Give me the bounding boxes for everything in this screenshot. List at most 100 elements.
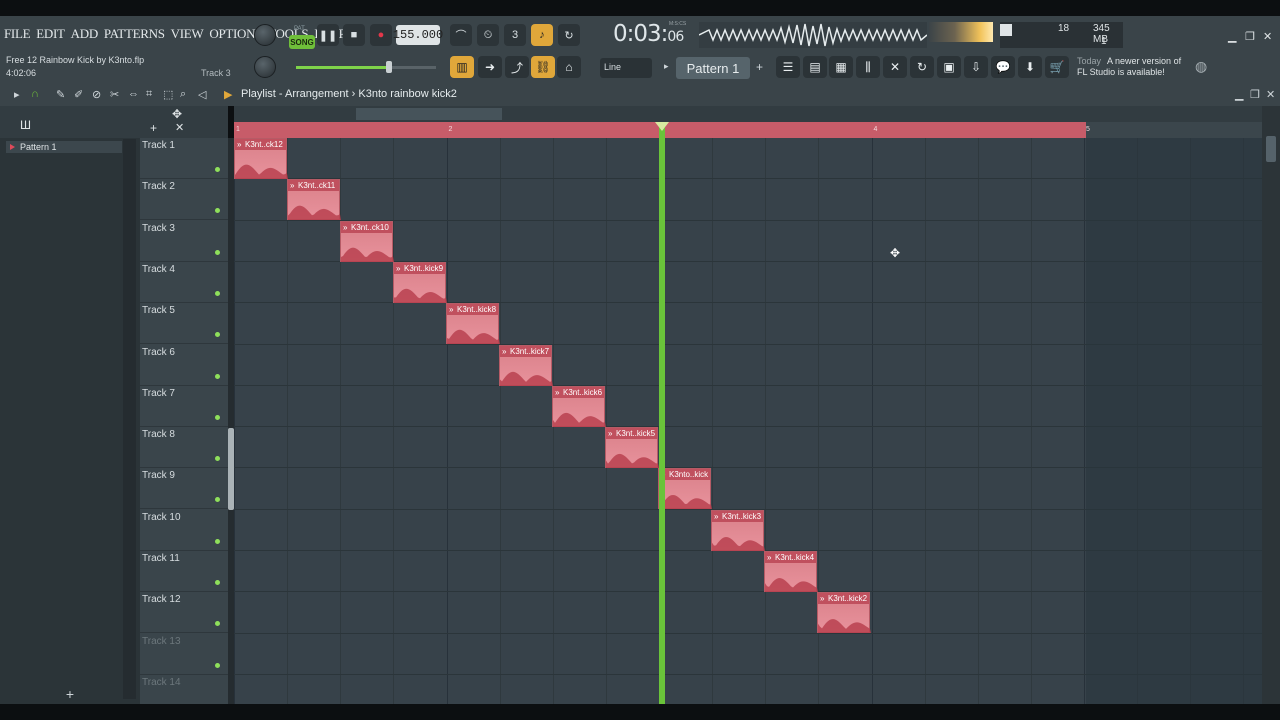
picker-scrollbar[interactable] [123,139,136,699]
audio-clip[interactable]: K3nt..kick6 [552,385,606,427]
audio-clip[interactable]: K3nt..ck10 [340,220,394,262]
menu-arrow-icon[interactable]: ▸ [14,88,20,101]
slice-icon[interactable]: ⌗ [146,88,152,101]
metronome-button[interactable]: ⌒ [450,24,472,46]
paint-icon[interactable]: ✐ [74,88,83,101]
horizontal-scroll-thumb[interactable] [356,108,502,120]
master-pitch-knob[interactable] [254,56,276,78]
audio-clip[interactable]: K3nt..ck11 [287,179,341,221]
track-header[interactable]: Track 12 [140,592,228,634]
snap-magnet-button[interactable]: ⌂ [557,56,581,78]
track-mute-led[interactable] [215,290,220,296]
shop-button[interactable]: 🛒 [1045,56,1069,78]
master-volume-knob[interactable] [254,24,276,46]
add-pattern-icon[interactable]: + [756,60,763,74]
track-header[interactable]: Track 11 [140,551,228,592]
step-edit-button[interactable]: ➜ [478,56,502,78]
stop-button[interactable]: ■ [343,24,365,46]
track-mute-led[interactable] [215,621,220,627]
audio-clip[interactable]: K3nt..kick2 [817,592,871,634]
channel-rack-button[interactable]: ▦ [829,56,853,78]
audio-clip[interactable]: K3nt..kick9 [393,261,447,303]
select-icon[interactable]: ⬚ [163,88,173,101]
timeline-ruler-end[interactable] [1086,122,1262,138]
track-mute-led[interactable] [215,497,220,503]
playlist-maximize-icon[interactable]: ❐ [1250,88,1260,101]
track-header[interactable]: Track 6 [140,345,228,386]
maximize-icon[interactable]: ❐ [1245,30,1255,43]
typing-keyboard-button[interactable]: ▥ [450,56,474,78]
playhead[interactable] [655,122,669,704]
track-mute-led[interactable] [215,580,220,585]
magnet-icon[interactable]: ∩ [31,88,39,100]
volume-thumb[interactable] [386,61,392,73]
track-mute-led[interactable] [215,167,220,172]
mute-icon[interactable]: ✂ [110,88,119,101]
track-header[interactable]: Track 8 [140,427,228,469]
close-icon[interactable]: ✕ [1263,30,1272,43]
track-mute-led[interactable] [215,456,220,462]
delete-icon[interactable]: ⊘ [92,88,101,101]
playlist-minimize-icon[interactable]: ▁ [1235,88,1243,101]
speaker-icon[interactable]: ◁ [198,88,206,101]
track-mute-led[interactable] [215,538,220,544]
playhead-marker[interactable] [655,122,669,131]
globe-icon[interactable]: ◍ [1195,58,1207,75]
track-header[interactable]: Track 2 [140,179,228,221]
save-button[interactable]: ▣ [937,56,961,78]
playlist-button[interactable]: ☰ [776,56,800,78]
news-panel[interactable]: Today A newer version of FL Studio is ava… [1077,56,1181,78]
track-header[interactable]: Track 4 [140,262,228,303]
download-button[interactable]: ⬇ [1018,56,1042,78]
track-header[interactable]: Track 13 [140,634,228,675]
menu-view[interactable]: VIEW [171,26,204,42]
pattern-item[interactable]: Pattern 1 [6,141,122,153]
track-header[interactable]: Track 9 [140,468,228,510]
mixer-button[interactable]: ⫼ [856,56,880,78]
vertical-scroll-thumb[interactable] [1266,136,1276,162]
song-mode-button[interactable]: SONG [289,35,315,49]
move-icon[interactable]: ✥ [172,107,182,121]
chat-button[interactable]: 💬 [991,56,1015,78]
slide-button[interactable]: ⤴ [505,56,529,78]
menu-patterns[interactable]: PATTERNS [104,26,165,42]
remove-icon[interactable]: ✕ [175,121,184,134]
piano-roll-button[interactable]: ▤ [803,56,827,78]
menu-edit[interactable]: EDIT [36,26,65,42]
audio-clip[interactable]: K3nt..kick5 [605,427,659,469]
record-button[interactable]: ● [370,24,392,46]
pause-button[interactable]: ❚❚ [317,24,339,46]
audio-clip[interactable]: K3nto..kick [658,468,712,510]
minimize-icon[interactable]: ▁ [1228,30,1236,43]
pattern-selector[interactable]: Pattern 1 [676,57,750,79]
blend-notes-button[interactable]: ♪ [531,24,553,46]
snap-selector[interactable]: Line [600,58,652,78]
render-button[interactable]: ⇩ [964,56,988,78]
audio-clip[interactable]: K3nt..kick3 [711,509,765,551]
track-header[interactable]: Track 10 [140,510,228,551]
pat-mode-label[interactable]: PAT [294,26,305,32]
audio-clip[interactable]: K3nt..kick7 [499,344,553,386]
track-mute-led[interactable] [215,332,220,338]
track-header[interactable]: Track 5 [140,303,228,345]
track-mute-led[interactable] [215,662,220,668]
track-mute-led[interactable] [215,414,220,420]
loop-record-button[interactable]: ↻ [558,24,580,46]
track-mute-led[interactable] [215,208,220,214]
vertical-scrollbar[interactable] [1262,106,1280,704]
audio-clip[interactable]: K3nt..kick4 [764,551,818,592]
track-header[interactable]: Track 1 [140,138,228,179]
play-pattern-icon[interactable]: ▸ [664,61,669,72]
track-header[interactable]: Track 7 [140,386,228,427]
audio-clip[interactable]: K3nt..ck12 [234,138,288,179]
menu-file[interactable]: FILE [4,26,31,42]
picker-filter-icon[interactable]: Ш [20,118,31,132]
zoom-icon[interactable]: ⌕ [180,88,186,101]
countdown-button[interactable]: 3 [504,24,526,46]
audio-clip[interactable]: K3nt..kick8 [446,303,500,345]
multilink-button[interactable]: ⛓ [531,56,555,78]
track-header[interactable]: Track 3 [140,221,228,262]
menu-add[interactable]: ADD [71,26,99,42]
master-volume-slider[interactable] [296,61,436,73]
horizontal-scroll-strip[interactable] [234,106,1262,122]
